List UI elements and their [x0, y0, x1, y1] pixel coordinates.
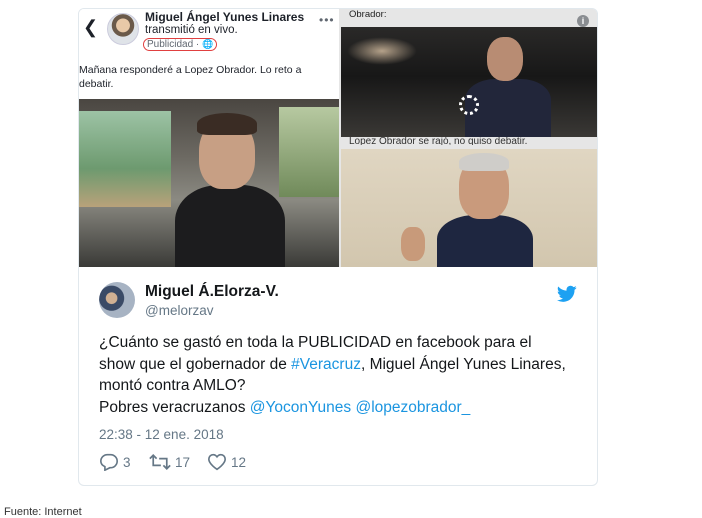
like-count: 12 [231, 454, 247, 470]
day-video-frame [341, 149, 597, 267]
facebook-author-name: Miguel Ángel Yunes Linares [145, 10, 305, 24]
man-body [175, 185, 285, 267]
car-window [79, 111, 171, 207]
sponsored-label: Publicidad · 🌐 [143, 38, 218, 51]
reply-icon [99, 453, 119, 471]
retweet-icon [149, 454, 171, 470]
twitter-bird-icon[interactable] [557, 285, 577, 303]
globe-icon: 🌐 [202, 39, 214, 49]
facebook-avatar [107, 13, 139, 45]
reply-button[interactable]: 3 [99, 453, 131, 471]
hashtag-link[interactable]: #Veracruz [291, 356, 361, 373]
man-hair-day [459, 153, 509, 171]
retweet-count: 17 [175, 454, 191, 470]
cutoff-caption: Lopez Obrador se rajó, no quiso debatir. [349, 137, 528, 145]
reply-count: 3 [123, 454, 131, 470]
like-button[interactable]: 12 [207, 453, 246, 471]
tweet-author-name[interactable]: Miguel Á.Elorza-V. [145, 283, 279, 301]
embedded-tweet-card[interactable]: ❮ Miguel Ángel Yunes Linares transmitió … [78, 8, 598, 486]
sponsored-text: Publicidad · [147, 39, 200, 50]
back-arrow-icon: ❮ [83, 17, 99, 37]
video-screenshots: Obrador: i Lopez Obrador se rajó, no qui… [341, 9, 597, 267]
tweet-text: ¿Cuánto se gastó en toda la PUBLICIDAD e… [99, 332, 569, 418]
loading-spinner-icon [459, 95, 479, 115]
man-hair [197, 113, 257, 135]
tweet-author-avatar[interactable] [99, 282, 135, 318]
mention-link[interactable]: @lopezobrador_ [355, 399, 470, 416]
facebook-post-text: Mañana responderé a Lopez Obrador. Lo re… [79, 64, 302, 90]
source-caption: Fuente: Internet [4, 506, 82, 518]
man-hand-day [401, 227, 425, 261]
car-window-right [279, 107, 339, 197]
man-body-day [437, 215, 533, 267]
night-video-frame [341, 27, 597, 137]
mention-link[interactable]: @YoconYunes [250, 399, 351, 416]
facebook-post-header: ❮ Miguel Ángel Yunes Linares transmitió … [79, 9, 339, 65]
facebook-post-subtitle: transmitió en vivo. [145, 24, 238, 36]
obrador-label: Obrador: [349, 9, 387, 20]
retweet-button[interactable]: 17 [149, 453, 190, 471]
car-video-frame [79, 99, 339, 267]
man-head-night [487, 37, 523, 81]
tweet-text-part: Pobres veracruzanos [99, 398, 250, 416]
tweet-author-handle[interactable]: @melorzav [145, 303, 213, 318]
more-options-icon: ••• [319, 13, 335, 27]
heart-icon [207, 453, 227, 471]
tweet-timestamp[interactable]: 22:38 - 12 ene. 2018 [99, 427, 224, 442]
tweet-media-collage[interactable]: ❮ Miguel Ángel Yunes Linares transmitió … [79, 9, 597, 267]
street-light [347, 37, 417, 65]
facebook-screenshot: ❮ Miguel Ángel Yunes Linares transmitió … [79, 9, 339, 267]
info-icon: i [577, 15, 589, 27]
